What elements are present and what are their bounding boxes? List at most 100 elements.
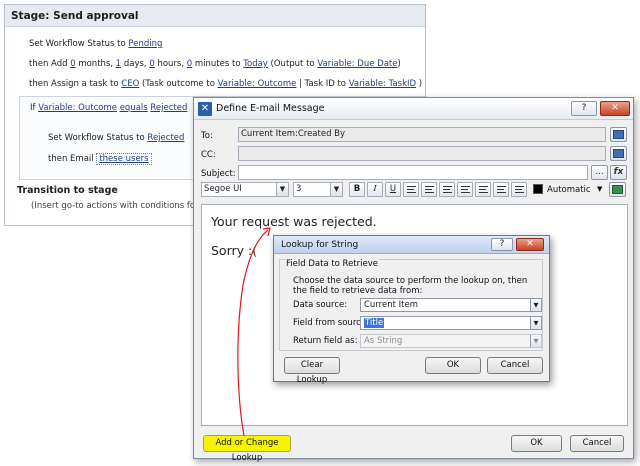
align-center-button[interactable] — [421, 182, 437, 197]
data-source-select[interactable]: Current Item ▼ — [360, 298, 542, 312]
underline-button[interactable]: U — [385, 182, 401, 197]
condition-operator-link[interactable]: equals — [120, 103, 148, 113]
subject-ellipsis-button[interactable]: ... — [591, 165, 608, 180]
align-right-icon — [442, 186, 452, 193]
italic-button[interactable]: I — [367, 182, 383, 197]
help-button[interactable]: ? — [571, 101, 597, 116]
data-source-value: Current Item — [364, 300, 418, 310]
field-data-group: Field Data to Retrieve Choose the data s… — [279, 259, 543, 351]
format-toolbar: Segoe UI ▼ 3 ▼ B I U Automatic ▼ — [201, 182, 629, 200]
transition-title: Transition to stage — [17, 185, 118, 196]
address-book-icon — [613, 149, 624, 158]
font-color-label: Automatic — [547, 185, 591, 195]
email-cancel-button[interactable]: Cancel — [570, 435, 624, 452]
line-text: then Add — [29, 59, 71, 69]
email-dialog-titlebar[interactable]: ✕ Define E-mail Message ? ✕ — [194, 98, 633, 120]
align-left-button[interactable] — [403, 182, 419, 197]
increase-indent-icon — [514, 186, 524, 193]
cc-address-book-button[interactable] — [610, 146, 627, 161]
line-text: ) — [397, 59, 401, 69]
line-text: Set Workflow Status to — [29, 39, 129, 49]
numbered-list-button[interactable] — [457, 182, 473, 197]
font-name-select[interactable]: Segoe UI ▼ — [201, 182, 289, 197]
lookup-close-button[interactable]: ✕ — [516, 238, 544, 251]
if-set-status-line: Set Workflow Status to Rejected — [48, 133, 184, 143]
line-text: then Email — [48, 154, 97, 164]
add-or-change-lookup-button[interactable]: Add or Change Lookup — [203, 435, 291, 463]
lookup-ok-button[interactable]: OK — [425, 357, 481, 374]
transition-description: (Insert go-to actions with conditions fo… — [31, 201, 214, 211]
bulleted-list-icon — [478, 186, 488, 193]
body-line-2: Sorry :( — [211, 243, 258, 258]
chevron-down-icon: ▼ — [276, 183, 288, 196]
font-color-swatch[interactable] — [533, 184, 543, 194]
taskid-variable-link[interactable]: Variable: TaskID — [349, 79, 416, 89]
line-text: hours, — [154, 59, 187, 69]
line-text: (Task outcome to — [139, 79, 218, 89]
subject-field[interactable] — [238, 165, 588, 180]
chevron-down-icon: ▼ — [530, 299, 541, 311]
to-address-book-button[interactable] — [610, 127, 627, 142]
condition-value-link[interactable]: Rejected — [150, 103, 187, 113]
cc-label: CC: — [201, 150, 216, 160]
lookup-for-string-dialog: Lookup for String ? ✕ Field Data to Retr… — [273, 235, 550, 385]
line-text: days, — [121, 59, 150, 69]
email-dialog-title: Define E-mail Message — [216, 103, 325, 114]
body-line-1: Your request was rejected. — [211, 214, 377, 229]
workflow-line-assign-task: then Assign a task to CEO (Task outcome … — [29, 79, 422, 89]
chevron-down-icon: ▼ — [530, 317, 541, 329]
lookup-help-button[interactable]: ? — [491, 238, 513, 251]
font-size-value: 3 — [296, 184, 302, 194]
email-these-users-link[interactable]: these users — [96, 153, 152, 165]
today-link[interactable]: Today — [243, 59, 268, 69]
subject-formula-button[interactable]: fx — [610, 165, 627, 180]
if-condition-line: If Variable: Outcome equals Rejected — [30, 103, 187, 113]
outcome-variable-link[interactable]: Variable: Outcome — [218, 79, 297, 89]
return-field-label: Return field as: — [293, 336, 358, 346]
field-from-source-select[interactable]: Title ▼ — [360, 316, 542, 330]
line-text: (Output to — [267, 59, 318, 69]
bulleted-list-button[interactable] — [475, 182, 491, 197]
email-ok-button[interactable]: OK — [511, 435, 562, 452]
chevron-down-icon: ▼ — [330, 183, 342, 196]
line-text: ) — [416, 79, 423, 89]
status-pending-link[interactable]: Pending — [128, 39, 162, 49]
font-size-select[interactable]: 3 ▼ — [293, 182, 343, 197]
globe-icon — [612, 185, 623, 194]
align-center-icon — [424, 186, 434, 193]
assignee-ceo-link[interactable]: CEO — [121, 79, 139, 89]
chevron-down-icon[interactable]: ▼ — [597, 185, 602, 193]
to-label: To: — [201, 131, 213, 141]
line-text: then Assign a task to — [29, 79, 122, 89]
clear-lookup-button[interactable]: Clear Lookup — [284, 357, 340, 385]
return-field-value: As String — [364, 336, 403, 346]
if-keyword: If — [30, 103, 39, 113]
align-left-icon — [406, 186, 416, 193]
field-from-source-label: Field from source: — [293, 318, 369, 328]
to-field[interactable]: Current Item:Created By — [238, 127, 606, 142]
chevron-down-icon: ▼ — [530, 335, 541, 347]
line-text: minutes to — [192, 59, 244, 69]
stage-title: Stage: Send approval — [5, 5, 425, 27]
align-right-button[interactable] — [439, 182, 455, 197]
line-text: | Task ID to — [296, 79, 349, 89]
lookup-dialog-titlebar[interactable]: Lookup for String ? ✕ — [274, 236, 549, 254]
decrease-indent-icon — [496, 186, 506, 193]
bold-button[interactable]: B — [349, 182, 365, 197]
close-button[interactable]: ✕ — [600, 101, 630, 116]
address-book-icon — [613, 130, 624, 139]
due-date-variable-link[interactable]: Variable: Due Date — [317, 59, 397, 69]
lookup-cancel-button[interactable]: Cancel — [487, 357, 543, 374]
spellcheck-button[interactable] — [609, 182, 626, 197]
status-rejected-link[interactable]: Rejected — [147, 133, 184, 143]
cc-field[interactable] — [238, 146, 606, 161]
data-source-label: Data source: — [293, 300, 348, 310]
lookup-description: Choose the data source to perform the lo… — [293, 276, 528, 296]
increase-indent-button[interactable] — [511, 182, 527, 197]
subject-label: Subject: — [201, 169, 236, 179]
workflow-line-set-status: Set Workflow Status to Pending — [29, 39, 162, 49]
field-from-source-value: Title — [364, 318, 385, 328]
decrease-indent-button[interactable] — [493, 182, 509, 197]
condition-variable-link[interactable]: Variable: Outcome — [38, 103, 117, 113]
numbered-list-icon — [460, 186, 470, 193]
